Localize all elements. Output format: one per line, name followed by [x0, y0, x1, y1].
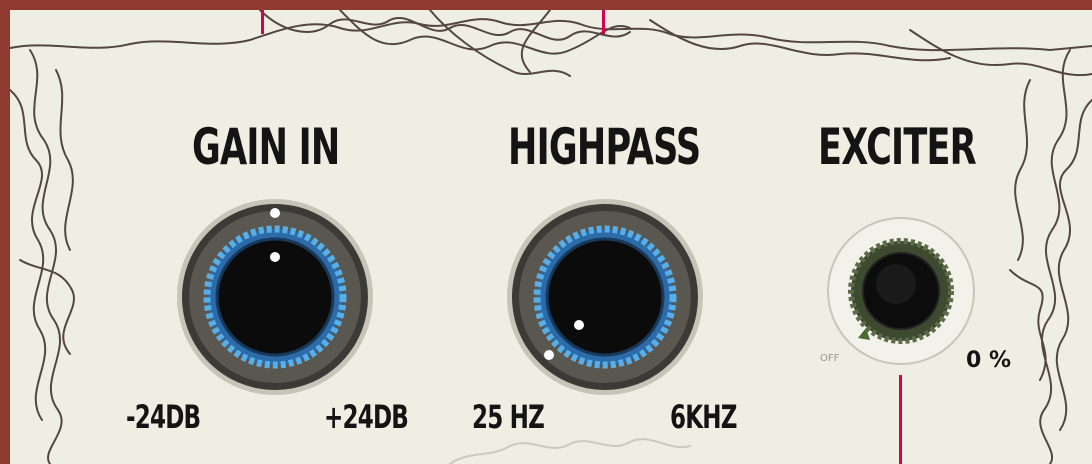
marker-line-3 — [899, 375, 902, 464]
gain-in-title: GAIN IN — [192, 118, 340, 176]
exciter-value-readout: 0 % — [966, 348, 1012, 373]
gain-in-knob[interactable] — [175, 197, 375, 397]
gain-in-max-label: +24DB — [324, 398, 409, 436]
exciter-title: EXCITER — [818, 118, 977, 176]
highpass-min-label: 25 HZ — [472, 398, 545, 436]
plugin-frame: GAIN IN -24DB +24DB HIGHPASS 25 HZ 6KHZ … — [0, 0, 1092, 464]
highpass-title: HIGHPASS — [508, 118, 701, 176]
marker-line-2 — [602, 10, 605, 34]
highpass-max-label: 6KHZ — [670, 398, 737, 436]
knob-pointer — [574, 320, 584, 330]
exciter-off-label: OFF — [820, 353, 840, 364]
marker-line-1 — [261, 10, 264, 34]
highpass-knob[interactable] — [505, 197, 705, 397]
gain-in-min-label: -24DB — [126, 398, 201, 436]
knob-position-dot — [544, 350, 554, 360]
knob-position-dot — [270, 208, 280, 218]
knob-pointer — [270, 252, 280, 262]
plugin-panel: GAIN IN -24DB +24DB HIGHPASS 25 HZ 6KHZ … — [10, 10, 1092, 464]
exciter-knob[interactable] — [826, 216, 976, 366]
